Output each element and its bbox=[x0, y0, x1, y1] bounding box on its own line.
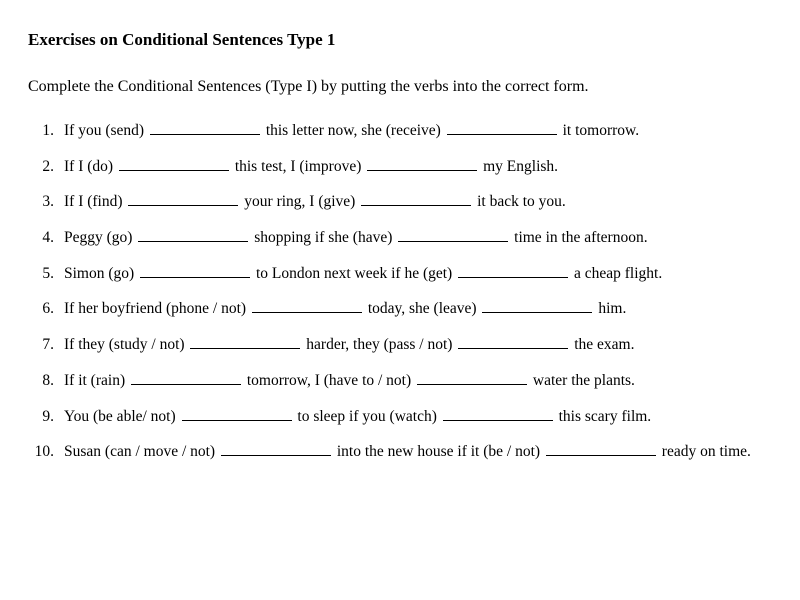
sentence-text: this scary film. bbox=[555, 408, 651, 425]
fill-in-blank[interactable] bbox=[150, 134, 260, 135]
sentence-text: tomorrow, I (have to / not) bbox=[243, 372, 415, 389]
exercise-number: 4. bbox=[28, 227, 64, 249]
sentence-text: this letter now, she (receive) bbox=[262, 122, 445, 139]
exercise-item: 7.If they (study / not) harder, they (pa… bbox=[28, 334, 772, 356]
exercise-sentence: If I (do) this test, I (improve) my Engl… bbox=[64, 156, 772, 178]
fill-in-blank[interactable] bbox=[398, 241, 508, 242]
fill-in-blank[interactable] bbox=[458, 277, 568, 278]
exercise-number: 3. bbox=[28, 191, 64, 213]
sentence-text: Susan (can / move / not) bbox=[64, 443, 219, 460]
exercise-item: 8.If it (rain) tomorrow, I (have to / no… bbox=[28, 370, 772, 392]
sentence-text: into the new house if it (be / not) bbox=[333, 443, 544, 460]
fill-in-blank[interactable] bbox=[458, 348, 568, 349]
exercise-number: 8. bbox=[28, 370, 64, 392]
sentence-text: a cheap flight. bbox=[570, 265, 662, 282]
sentence-text: him. bbox=[594, 300, 626, 317]
fill-in-blank[interactable] bbox=[367, 170, 477, 171]
sentence-text: ready on time. bbox=[658, 443, 751, 460]
sentence-text: to sleep if you (watch) bbox=[294, 408, 441, 425]
sentence-text: If they (study / not) bbox=[64, 336, 188, 353]
fill-in-blank[interactable] bbox=[128, 205, 238, 206]
fill-in-blank[interactable] bbox=[221, 455, 331, 456]
exercise-number: 10. bbox=[28, 441, 64, 463]
exercise-number: 5. bbox=[28, 263, 64, 285]
exercise-item: 2.If I (do) this test, I (improve) my En… bbox=[28, 156, 772, 178]
exercise-sentence: If you (send) this letter now, she (rece… bbox=[64, 120, 772, 142]
sentence-text: to London next week if he (get) bbox=[252, 265, 456, 282]
fill-in-blank[interactable] bbox=[182, 420, 292, 421]
sentence-text: shopping if she (have) bbox=[250, 229, 396, 246]
exercise-item: 4.Peggy (go) shopping if she (have) time… bbox=[28, 227, 772, 249]
exercise-item: 10.Susan (can / move / not) into the new… bbox=[28, 441, 772, 463]
fill-in-blank[interactable] bbox=[131, 384, 241, 385]
exercise-list: 1.If you (send) this letter now, she (re… bbox=[28, 120, 772, 463]
fill-in-blank[interactable] bbox=[417, 384, 527, 385]
sentence-text: it back to you. bbox=[473, 193, 566, 210]
sentence-text: Peggy (go) bbox=[64, 229, 136, 246]
exercise-number: 9. bbox=[28, 406, 64, 428]
exercise-item: 6.If her boyfriend (phone / not) today, … bbox=[28, 298, 772, 320]
sentence-text: today, she (leave) bbox=[364, 300, 481, 317]
sentence-text: this test, I (improve) bbox=[231, 158, 365, 175]
worksheet-instructions: Complete the Conditional Sentences (Type… bbox=[28, 78, 772, 96]
sentence-text: water the plants. bbox=[529, 372, 635, 389]
sentence-text: your ring, I (give) bbox=[240, 193, 359, 210]
fill-in-blank[interactable] bbox=[443, 420, 553, 421]
fill-in-blank[interactable] bbox=[361, 205, 471, 206]
fill-in-blank[interactable] bbox=[252, 312, 362, 313]
sentence-text: If her boyfriend (phone / not) bbox=[64, 300, 250, 317]
sentence-text: Simon (go) bbox=[64, 265, 138, 282]
exercise-sentence: Susan (can / move / not) into the new ho… bbox=[64, 441, 772, 463]
exercise-item: 1.If you (send) this letter now, she (re… bbox=[28, 120, 772, 142]
exercise-sentence: If they (study / not) harder, they (pass… bbox=[64, 334, 772, 356]
fill-in-blank[interactable] bbox=[140, 277, 250, 278]
sentence-text: the exam. bbox=[570, 336, 634, 353]
exercise-number: 1. bbox=[28, 120, 64, 142]
sentence-text: If I (do) bbox=[64, 158, 117, 175]
exercise-item: 3.If I (find) your ring, I (give) it bac… bbox=[28, 191, 772, 213]
exercise-sentence: Simon (go) to London next week if he (ge… bbox=[64, 263, 772, 285]
worksheet-title: Exercises on Conditional Sentences Type … bbox=[28, 30, 772, 50]
exercise-sentence: If her boyfriend (phone / not) today, sh… bbox=[64, 298, 772, 320]
sentence-text: If you (send) bbox=[64, 122, 148, 139]
sentence-text: If it (rain) bbox=[64, 372, 129, 389]
exercise-sentence: You (be able/ not) to sleep if you (watc… bbox=[64, 406, 772, 428]
fill-in-blank[interactable] bbox=[482, 312, 592, 313]
exercise-sentence: Peggy (go) shopping if she (have) time i… bbox=[64, 227, 772, 249]
sentence-text: it tomorrow. bbox=[559, 122, 639, 139]
sentence-text: You (be able/ not) bbox=[64, 408, 180, 425]
exercise-number: 7. bbox=[28, 334, 64, 356]
exercise-sentence: If I (find) your ring, I (give) it back … bbox=[64, 191, 772, 213]
exercise-item: 9.You (be able/ not) to sleep if you (wa… bbox=[28, 406, 772, 428]
fill-in-blank[interactable] bbox=[190, 348, 300, 349]
exercise-item: 5.Simon (go) to London next week if he (… bbox=[28, 263, 772, 285]
fill-in-blank[interactable] bbox=[119, 170, 229, 171]
fill-in-blank[interactable] bbox=[447, 134, 557, 135]
exercise-number: 2. bbox=[28, 156, 64, 178]
sentence-text: harder, they (pass / not) bbox=[302, 336, 456, 353]
fill-in-blank[interactable] bbox=[546, 455, 656, 456]
sentence-text: my English. bbox=[479, 158, 558, 175]
sentence-text: time in the afternoon. bbox=[510, 229, 647, 246]
exercise-number: 6. bbox=[28, 298, 64, 320]
fill-in-blank[interactable] bbox=[138, 241, 248, 242]
exercise-sentence: If it (rain) tomorrow, I (have to / not)… bbox=[64, 370, 772, 392]
sentence-text: If I (find) bbox=[64, 193, 126, 210]
